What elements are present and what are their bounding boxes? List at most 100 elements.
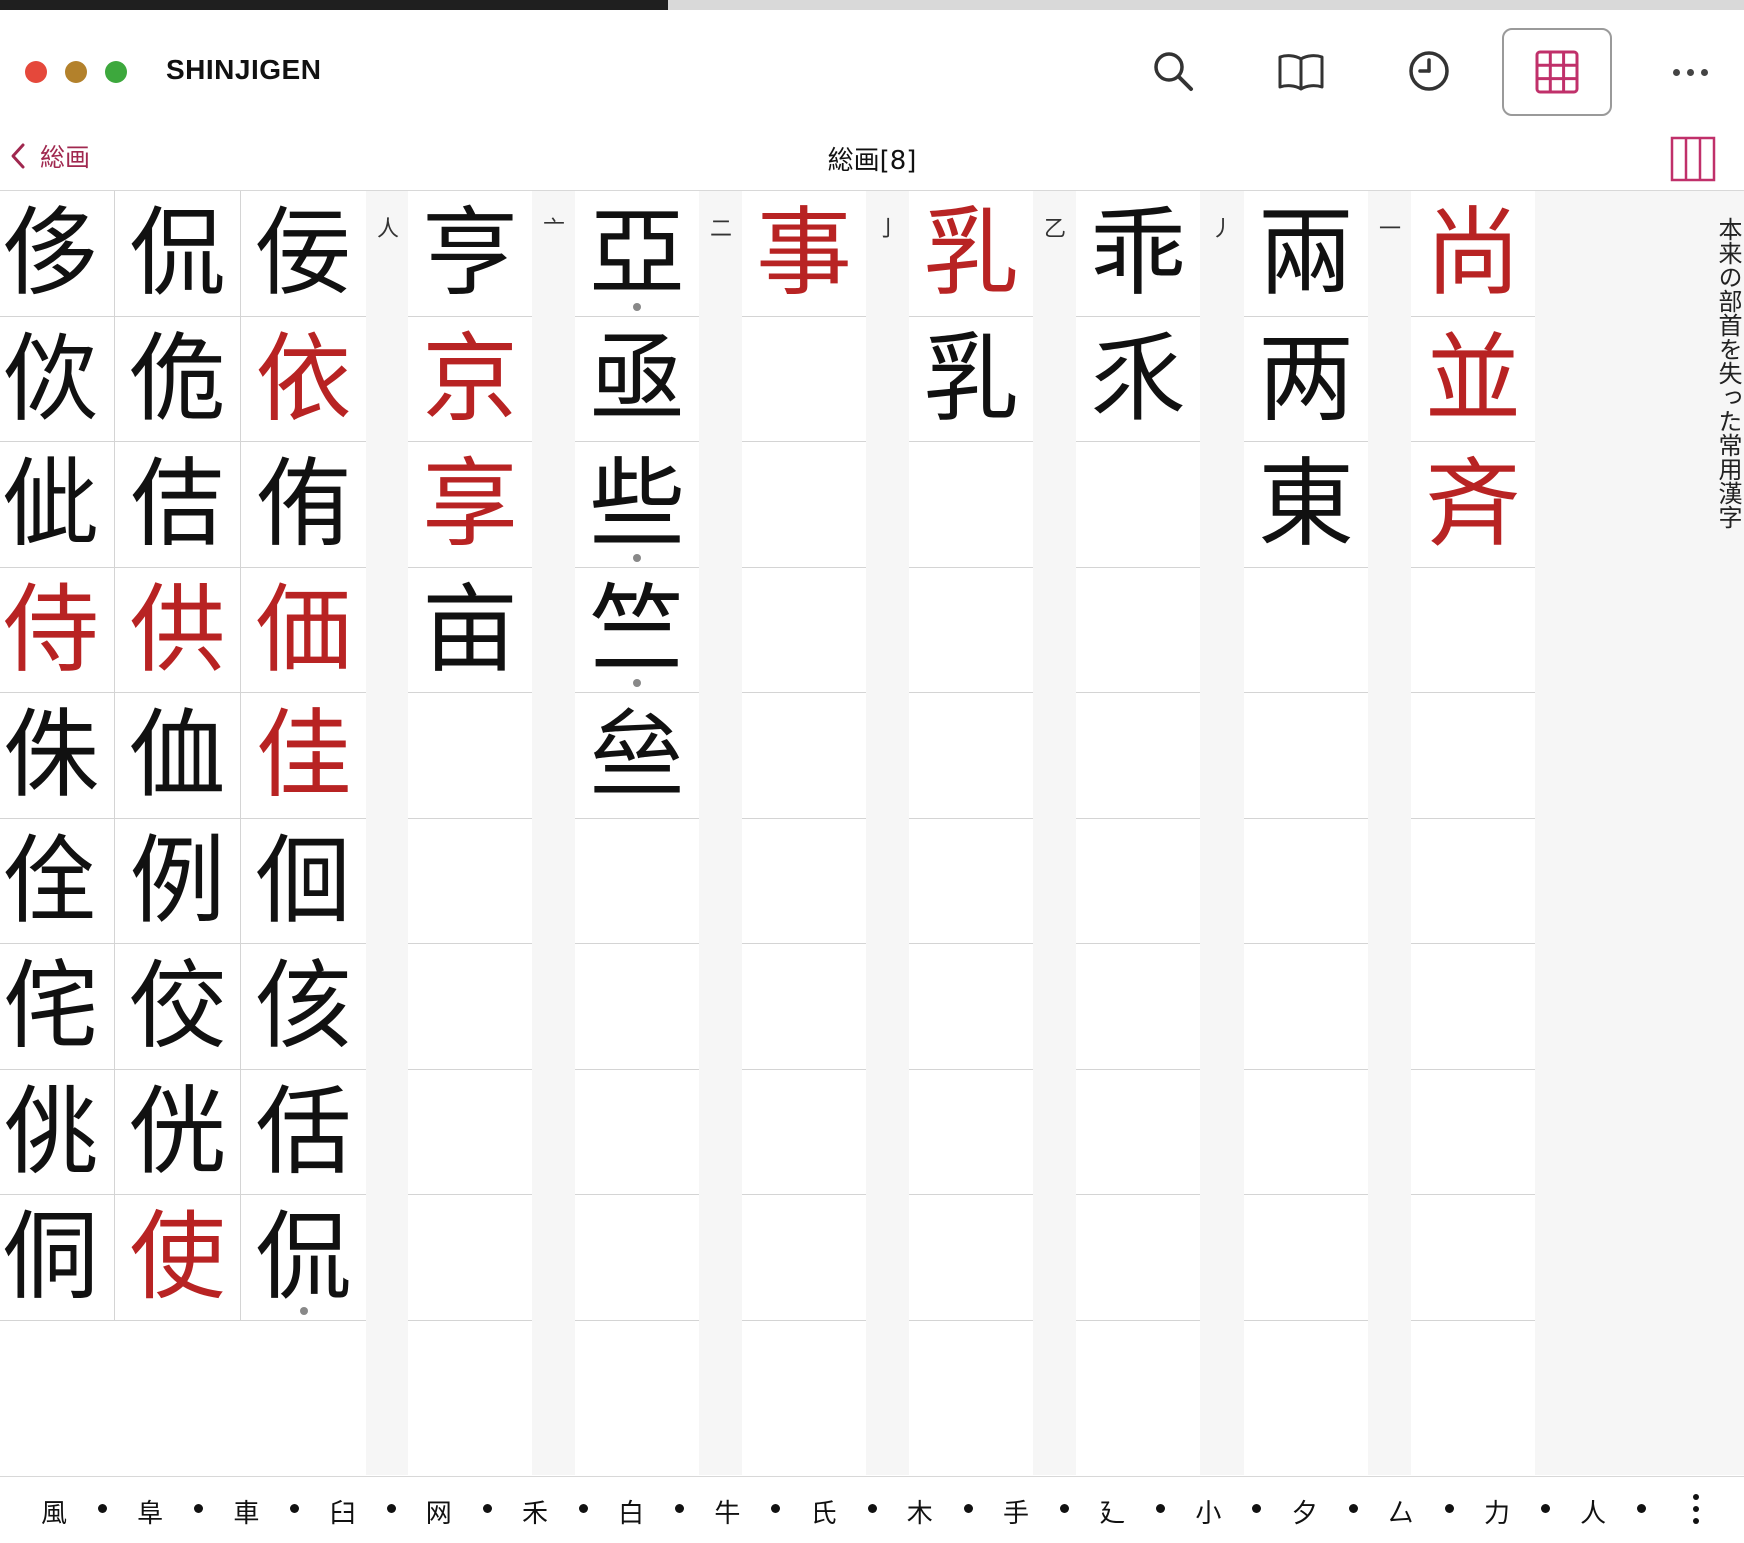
empty-cell (1244, 944, 1368, 1070)
kanji-cell[interactable]: 依 (240, 316, 366, 442)
radical-index-item[interactable]: 手 (986, 1493, 1046, 1530)
kanji-cell[interactable]: 侃 (114, 191, 240, 317)
kanji-cell[interactable]: 侐 (114, 693, 240, 819)
radical-index-item[interactable]: 阜 (120, 1493, 180, 1530)
kanji-character: 使 (129, 1201, 226, 1314)
radical-index-item[interactable]: 小 (1178, 1493, 1238, 1530)
kanji-column: 兩两東 (1244, 191, 1368, 1475)
kanji-character: 侃 (255, 1201, 352, 1314)
kanji-cell[interactable]: 佞 (240, 191, 366, 317)
kanji-column: 亞亟些竺亝 (575, 191, 699, 1475)
kanji-cell[interactable]: 佸 (240, 1069, 366, 1195)
radical-index-item[interactable]: 氏 (794, 1493, 854, 1530)
kanji-character: 亝 (589, 699, 685, 812)
kanji-character: 侈 (3, 197, 99, 310)
minimize-window-button[interactable] (65, 61, 87, 83)
kanji-cell[interactable]: 亟 (575, 317, 699, 442)
kanji-cell[interactable]: 佪 (240, 818, 366, 944)
kanji-cell[interactable]: 佽 (0, 317, 114, 442)
separator-dot (386, 1504, 396, 1513)
book-button[interactable] (1246, 28, 1356, 114)
kanji-column: 侃佹佶供侐例佼侊使 (114, 191, 240, 1475)
kanji-cell[interactable]: 佺 (0, 819, 114, 944)
kanji-cell[interactable]: 些 (575, 442, 699, 568)
kanji-cell[interactable]: 斉 (1411, 442, 1535, 568)
kanji-cell[interactable]: 佌 (0, 442, 114, 568)
kanji-cell[interactable]: 乳 (909, 317, 1033, 442)
more-icon-dot (1686, 68, 1694, 76)
kanji-cell[interactable]: 乑 (1076, 317, 1200, 442)
column-layout-button[interactable] (1670, 136, 1716, 182)
radical-index-item[interactable]: 木 (890, 1493, 950, 1530)
variant-dot-icon (633, 553, 641, 562)
empty-cell (909, 693, 1033, 819)
radical-index-item[interactable]: 風 (24, 1493, 84, 1530)
kanji-cell[interactable]: 佼 (114, 944, 240, 1070)
kanji-cell[interactable]: 侅 (240, 944, 366, 1070)
separator-dot (771, 1504, 781, 1513)
kanji-cell[interactable]: 侍 (0, 568, 114, 693)
radical-index-item[interactable]: 臼 (313, 1493, 373, 1530)
radical-index-item[interactable]: 力 (1467, 1493, 1527, 1530)
radical-index-item[interactable]: 白 (601, 1493, 661, 1530)
kanji-cell[interactable]: 例 (114, 818, 240, 944)
kanji-cell[interactable]: 侈 (0, 191, 114, 317)
search-button[interactable] (1118, 28, 1228, 114)
radical-index-item[interactable]: 人 (1563, 1493, 1623, 1530)
kanji-cell[interactable]: 東 (1244, 442, 1368, 568)
radical-index-item[interactable]: 网 (409, 1493, 469, 1530)
kanji-cell[interactable]: 佻 (0, 1070, 114, 1195)
zoom-window-button[interactable] (105, 61, 127, 83)
separator-dot (1637, 1504, 1647, 1513)
kanji-column: 亨京享亩 (408, 191, 532, 1475)
close-window-button[interactable] (25, 61, 47, 83)
kanji-character: 乳 (923, 197, 1019, 310)
kanji-cell[interactable]: 並 (1411, 317, 1535, 442)
radical-index-item[interactable]: 廴 (1082, 1493, 1142, 1530)
kanji-character: 価 (255, 573, 352, 686)
kanji-cell[interactable]: 価 (240, 567, 366, 693)
more-radicals-button[interactable] (1676, 1489, 1716, 1529)
radical-index-item[interactable]: 牛 (697, 1493, 757, 1530)
kanji-character: 佽 (3, 322, 99, 435)
kanji-cell[interactable]: 侗 (0, 1195, 114, 1321)
empty-cell (1244, 819, 1368, 944)
kanji-cell[interactable]: 佳 (240, 693, 366, 819)
radical-index-item[interactable]: 禾 (505, 1493, 565, 1530)
kanji-cell[interactable]: 竺 (575, 568, 699, 693)
kanji-cell[interactable]: 事 (742, 191, 866, 317)
radical-index-item[interactable]: 車 (216, 1493, 276, 1530)
history-button[interactable] (1374, 28, 1484, 114)
kanji-cell[interactable]: 兩 (1244, 191, 1368, 317)
kanji-cell[interactable]: 侑 (240, 442, 366, 568)
kanji-cell[interactable]: 乖 (1076, 191, 1200, 317)
kanji-cell[interactable]: 京 (408, 317, 532, 442)
kanji-cell[interactable]: 佶 (114, 442, 240, 568)
variant-dot-icon (633, 302, 641, 311)
more-button[interactable] (1660, 50, 1720, 94)
radical-index-item[interactable]: 厶 (1371, 1493, 1431, 1530)
kanji-cell[interactable]: 侃 (240, 1195, 366, 1321)
kanji-cell[interactable]: 尚 (1411, 191, 1535, 317)
empty-cell (1411, 1070, 1535, 1195)
kanji-cell[interactable]: 供 (114, 567, 240, 693)
grid-icon (1535, 50, 1579, 94)
empty-cell (742, 1070, 866, 1195)
grid-view-button[interactable] (1502, 28, 1612, 116)
kanji-cell[interactable]: 使 (114, 1195, 240, 1321)
kanji-cell[interactable]: 亞 (575, 191, 699, 317)
ellipsis-dot (1693, 1506, 1699, 1512)
kanji-cell[interactable]: 亩 (408, 568, 532, 693)
kanji-cell[interactable]: 亝 (575, 693, 699, 819)
kanji-cell[interactable]: 侏 (0, 693, 114, 819)
kanji-cell[interactable]: 享 (408, 442, 532, 568)
kanji-cell[interactable]: 佹 (114, 316, 240, 442)
kanji-cell[interactable]: 乳 (909, 191, 1033, 317)
empty-cell (1244, 1195, 1368, 1321)
kanji-cell[interactable]: 侘 (0, 944, 114, 1070)
kanji-cell[interactable]: 两 (1244, 317, 1368, 442)
kanji-cell[interactable]: 亨 (408, 191, 532, 317)
radical-index-item[interactable]: 夕 (1275, 1493, 1335, 1530)
kanji-cell[interactable]: 侊 (114, 1069, 240, 1195)
separator-dot (675, 1504, 685, 1513)
